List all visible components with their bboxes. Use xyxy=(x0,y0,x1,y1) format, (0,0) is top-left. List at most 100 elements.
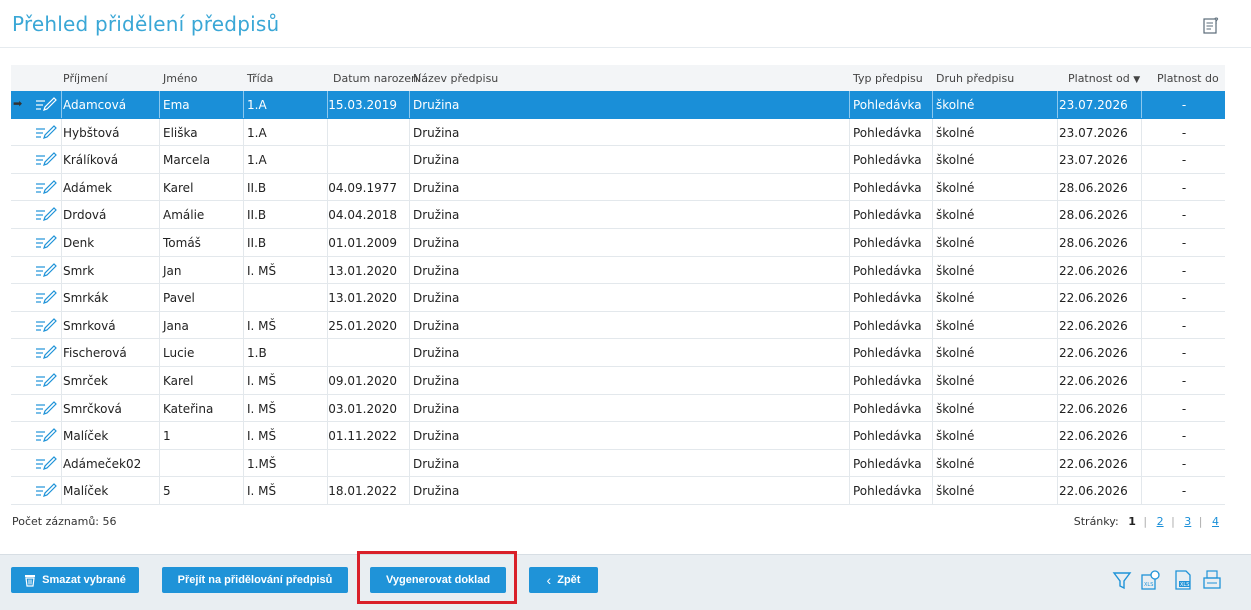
cell-valid-to: - xyxy=(1181,208,1187,223)
help-edit-icon[interactable]: ? xyxy=(1203,16,1221,34)
col-header-birthdate[interactable]: Datum narození xyxy=(333,72,421,85)
cell-prescription-name: Družina xyxy=(413,153,460,168)
bottom-toolbar: Smazat vybrané Přejít na přidělování pře… xyxy=(0,554,1251,610)
table-row[interactable]: Smrčková Kateřina I. MŠ 03.01.2020 Družina Po… xyxy=(11,394,1225,423)
column-divider xyxy=(327,146,328,173)
edit-row-icon[interactable] xyxy=(35,372,57,388)
edit-row-icon[interactable] xyxy=(35,262,57,278)
cell-valid-to: - xyxy=(1181,401,1187,416)
edit-row-icon[interactable] xyxy=(35,179,57,195)
cell-valid-from: 22.06.2026 xyxy=(1059,484,1128,499)
table-row[interactable]: Smrkák Pavel 13.01.2020 Družina Pohledávka šk… xyxy=(11,284,1225,312)
column-divider xyxy=(849,146,850,173)
table-row[interactable]: Fischerová Lucie 1.B Družina Pohledávka školn… xyxy=(11,339,1225,367)
svg-text:XLS: XLS xyxy=(1144,582,1153,588)
column-divider xyxy=(243,228,244,256)
column-divider xyxy=(1057,228,1058,256)
table-row[interactable]: Malíček 1 I. MŠ 01.11.2022 Družina Pohledávka… xyxy=(11,422,1225,450)
edit-row-icon[interactable] xyxy=(35,234,57,250)
page-link-3[interactable]: 3 xyxy=(1184,515,1191,528)
column-divider xyxy=(932,284,933,311)
column-divider xyxy=(1057,118,1058,146)
col-header-kind[interactable]: Druh předpisu xyxy=(936,72,1014,85)
edit-row-icon[interactable] xyxy=(35,151,57,167)
cell-firstname: Ema xyxy=(163,98,190,112)
edit-row-icon[interactable] xyxy=(35,96,57,112)
cell-valid-from: 22.06.2026 xyxy=(1059,373,1128,388)
edit-row-icon[interactable] xyxy=(35,400,57,416)
export-settings-icon[interactable]: XLS xyxy=(1138,569,1162,591)
table-row[interactable]: Drdová Amálie II.B 04.04.2018 Družina Pohledá… xyxy=(11,201,1225,229)
table-row[interactable]: Adámeček02 1.MŠ Družina Pohledávka školné 22.… xyxy=(11,449,1225,478)
table-row[interactable]: Smrček Karel I. MŠ 09.01.2020 Družina Pohledá… xyxy=(11,366,1225,395)
column-divider xyxy=(61,366,62,394)
column-divider xyxy=(243,118,244,146)
table-row[interactable]: Králíková Marcela 1.A Družina Pohledávka škol… xyxy=(11,146,1225,174)
cell-birthdate: 01.01.2009 xyxy=(328,235,397,250)
col-header-name[interactable]: Název předpisu xyxy=(413,72,498,85)
cell-surname: Králíková xyxy=(63,153,119,168)
cell-valid-from: 28.06.2026 xyxy=(1059,180,1128,195)
column-divider xyxy=(409,146,410,173)
col-header-surname[interactable]: Příjmení xyxy=(63,72,108,85)
cell-prescription-name: Družina xyxy=(413,346,460,361)
column-divider xyxy=(932,449,933,477)
page-link-4[interactable]: 4 xyxy=(1212,515,1219,528)
page-link-1[interactable]: 1 xyxy=(1128,515,1136,528)
edit-row-icon[interactable] xyxy=(35,344,57,360)
export-xls-icon[interactable]: XLS xyxy=(1171,569,1195,591)
edit-row-icon[interactable] xyxy=(35,482,57,498)
column-divider xyxy=(159,449,160,477)
table-row[interactable]: Malíček 5 I. MŠ 18.01.2022 Družina Pohledávka… xyxy=(11,477,1225,505)
column-divider xyxy=(243,201,244,228)
column-divider xyxy=(1057,91,1058,118)
delete-selected-button[interactable]: Smazat vybrané xyxy=(11,567,139,593)
column-divider xyxy=(243,146,244,173)
edit-row-icon[interactable] xyxy=(35,455,57,471)
cell-valid-from: 28.06.2026 xyxy=(1059,208,1128,223)
column-divider xyxy=(61,228,62,256)
col-header-valid-to[interactable]: Platnost do xyxy=(1157,72,1219,85)
cell-class: I. MŠ xyxy=(247,429,277,444)
page-link-2[interactable]: 2 xyxy=(1157,515,1164,528)
col-header-class[interactable]: Třída xyxy=(247,72,273,85)
pages-label: Stránky: xyxy=(1073,515,1119,528)
cell-kind: školné xyxy=(936,484,975,499)
goto-assignment-label: Přejít na přidělování předpisů xyxy=(177,574,333,586)
col-header-type[interactable]: Typ předpisu xyxy=(853,72,923,85)
edit-row-icon[interactable] xyxy=(35,206,57,222)
back-button[interactable]: ‹ Zpět xyxy=(529,567,598,593)
cell-type: Pohledávka xyxy=(853,263,922,278)
col-header-firstname[interactable]: Jméno xyxy=(163,72,197,85)
column-divider xyxy=(159,311,160,339)
cell-prescription-name: Družina xyxy=(413,98,460,112)
filter-icon[interactable] xyxy=(1110,569,1134,591)
goto-assignment-button[interactable]: Přejít na přidělování předpisů xyxy=(162,567,348,593)
edit-row-icon[interactable] xyxy=(35,427,57,443)
cell-type: Pohledávka xyxy=(853,291,922,306)
table-row[interactable]: ➡ Adamcová Ema 1.A 15.03.2019 Družina Pohledáv… xyxy=(11,91,1225,119)
cell-prescription-name: Družina xyxy=(413,401,460,416)
cell-class: II.B xyxy=(247,235,267,250)
edit-row-icon[interactable] xyxy=(35,317,57,333)
table-row[interactable]: Hybštová Eliška 1.A Družina Pohledávka školné… xyxy=(11,118,1225,147)
cell-birthdate: 15.03.2019 xyxy=(328,98,397,112)
table-row[interactable]: Adámek Karel II.B 04.09.1977 Družina Pohledáv… xyxy=(11,173,1225,202)
cell-class: I. MŠ xyxy=(247,401,277,416)
cell-class: II.B xyxy=(247,180,267,195)
assignments-table: Příjmení Jméno Třída Datum narození Náze… xyxy=(11,65,1225,505)
cell-firstname: Kateřina xyxy=(163,401,214,416)
table-row[interactable]: Smrková Jana I. MŠ 25.01.2020 Družina Pohledá… xyxy=(11,311,1225,340)
back-label: Zpět xyxy=(557,574,581,586)
edit-row-icon[interactable] xyxy=(35,289,57,305)
cell-valid-from: 22.06.2026 xyxy=(1059,263,1128,278)
table-row[interactable]: Denk Tomáš II.B 01.01.2009 Družina Pohledávka… xyxy=(11,228,1225,257)
table-row[interactable]: Smrk Jan I. MŠ 13.01.2020 Družina Pohledávka š… xyxy=(11,256,1225,285)
cell-surname: Adámeček02 xyxy=(63,456,142,471)
cell-firstname: Karel xyxy=(163,180,194,195)
cell-surname: Malíček xyxy=(63,429,109,444)
column-divider xyxy=(243,91,244,118)
edit-row-icon[interactable] xyxy=(35,124,57,140)
print-report-icon[interactable] xyxy=(1200,569,1224,591)
col-header-valid-from[interactable]: Platnost od ▼ xyxy=(1068,72,1140,85)
